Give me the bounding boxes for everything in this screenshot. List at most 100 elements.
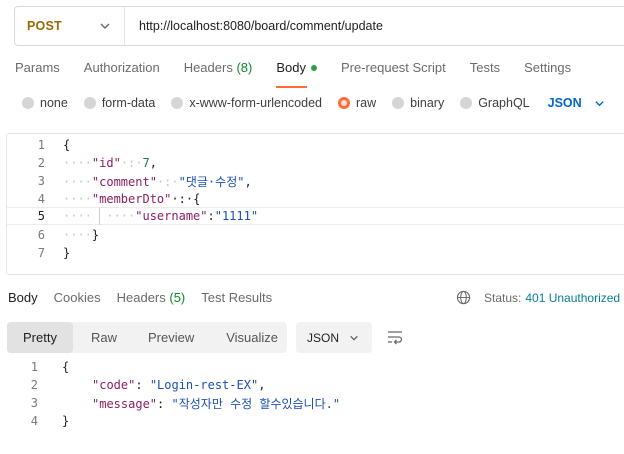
json-punct: , (244, 174, 252, 189)
json-punct: , (149, 156, 157, 170)
tab-pre-request-script[interactable]: Pre-request Script (341, 60, 446, 80)
radio-label: GraphQL (478, 96, 530, 110)
body-language-dropdown[interactable]: JSON (548, 96, 605, 110)
code-line: 3 ····"comment"·:·"댓글·수정", (7, 172, 624, 190)
code-line: 3 "message": "작성자만 수정 할수있습니다." (0, 394, 624, 412)
json-string: "1111" (214, 209, 259, 223)
json-punct: ·:· (120, 156, 143, 170)
tab-count: (5) (169, 290, 186, 305)
indent-guide (99, 207, 100, 225)
request-tabs: Params Authorization Headers (8) Body Pr… (15, 60, 595, 88)
tab-tests[interactable]: Tests (470, 60, 500, 80)
view-pretty-button[interactable]: Pretty (7, 322, 73, 353)
radio-graphql[interactable]: GraphQL (460, 96, 530, 110)
radio-circle (83, 97, 96, 109)
json-punct: { (63, 138, 71, 152)
tab-label: Cookies (53, 290, 101, 305)
json-punct: : (207, 209, 215, 223)
radio-label: none (40, 96, 68, 110)
json-key: "id" (91, 156, 121, 170)
url-bar: POST http://localhost:8080/board/comment… (14, 6, 624, 46)
code-text: "message": "작성자만 수정 할수있습니다." (92, 395, 340, 412)
radio-label: raw (356, 96, 377, 110)
tab-label: Tests (469, 60, 501, 75)
method-selector[interactable]: POST (15, 7, 125, 45)
response-tab-headers[interactable]: Headers (5) (117, 290, 186, 305)
json-key: "comment" (91, 174, 157, 189)
tab-label: Body (8, 290, 38, 305)
json-key: "message" (92, 396, 158, 411)
code-line: 1 { (0, 358, 624, 376)
radio-circle (22, 97, 34, 109)
json-number: 7 (142, 156, 150, 170)
response-tabs: Body Cookies Headers (5) Test Results (8, 290, 288, 305)
code-line: 4 ····"memberDto"·:·{ (7, 190, 624, 208)
radio-none[interactable]: none (22, 96, 68, 110)
line-number: 7 (37, 246, 45, 260)
response-format-label: JSON (307, 330, 340, 345)
code-text: } (62, 414, 69, 428)
line-number: 4 (30, 414, 38, 428)
radio-form-data[interactable]: form-data (83, 96, 155, 110)
code-line: 4 } (0, 412, 624, 430)
tab-label: Pre-request Script (340, 60, 446, 75)
radio-label: x-www-form-urlencoded (189, 96, 322, 110)
json-key: "code" (92, 378, 136, 392)
line-number: 1 (37, 138, 45, 152)
whitespace-marker: ···· (63, 156, 92, 170)
request-body-editor[interactable]: 1 { 2 ····"id"·:·7, 3 ····"comment"·:·"댓… (6, 133, 624, 275)
code-text: ···· ····"username":"1111" (63, 209, 258, 223)
tab-label: Body (276, 60, 306, 75)
view-raw-button[interactable]: Raw (91, 330, 117, 345)
response-tab-body[interactable]: Body (8, 290, 38, 305)
tab-settings[interactable]: Settings (524, 60, 571, 80)
json-key: "username" (135, 209, 208, 223)
line-number: 3 (37, 174, 45, 188)
code-text: ····"memberDto"·:·{ (63, 192, 200, 206)
code-text: ····"comment"·:·"댓글·수정", (63, 173, 252, 190)
view-preview-button[interactable]: Preview (148, 330, 194, 345)
tab-label: Settings (524, 60, 572, 75)
globe-icon[interactable] (456, 290, 471, 305)
radio-binary[interactable]: binary (392, 96, 444, 110)
code-line: 6 ····} (7, 226, 624, 244)
response-tab-test-results[interactable]: Test Results (201, 290, 272, 305)
json-string: "Login-rest-EX" (149, 378, 259, 392)
radio-circle (460, 97, 473, 109)
response-tab-cookies[interactable]: Cookies (54, 290, 101, 305)
tab-label: Headers (116, 290, 166, 305)
tab-headers[interactable]: Headers (8) (184, 60, 253, 80)
json-punct: ·:· (156, 174, 179, 189)
method-label: POST (27, 19, 62, 33)
url-input[interactable]: http://localhost:8080/board/comment/upda… (125, 19, 383, 33)
radio-label: binary (410, 96, 445, 110)
radio-raw[interactable]: raw (338, 96, 376, 110)
tab-count: (8) (236, 60, 253, 75)
whitespace-marker: ···· (63, 228, 92, 242)
radio-x-www-form-urlencoded[interactable]: x-www-form-urlencoded (171, 96, 322, 110)
json-string: "작성자만 수정 할수있습니다." (171, 396, 341, 411)
view-visualize-button[interactable]: Visualize (226, 330, 278, 345)
json-punct: { (62, 360, 70, 374)
wrap-lines-icon[interactable] (386, 329, 404, 345)
code-line: 7 } (7, 244, 624, 262)
code-line: 2 "code": "Login-rest-EX", (0, 376, 624, 394)
json-punct: , (258, 378, 266, 392)
response-status: Status: 401 Unauthorized (456, 290, 620, 305)
tab-label: Authorization (83, 60, 160, 75)
code-text: } (63, 246, 70, 260)
radio-circle (171, 97, 184, 109)
tab-params[interactable]: Params (15, 60, 60, 80)
tab-authorization[interactable]: Authorization (84, 60, 160, 80)
tab-body[interactable]: Body (276, 60, 317, 88)
code-text: { (63, 138, 70, 152)
status-value[interactable]: 401 Unauthorized (525, 291, 620, 305)
response-format-dropdown[interactable]: JSON (296, 322, 372, 353)
tab-label: Headers (183, 60, 233, 75)
response-view-switcher: Pretty Raw Preview Visualize (7, 322, 287, 353)
json-punct: } (91, 228, 100, 242)
code-line: 1 { (7, 136, 624, 154)
radio-circle (392, 97, 405, 109)
code-text: { (62, 360, 69, 374)
tab-label: Params (15, 60, 60, 75)
